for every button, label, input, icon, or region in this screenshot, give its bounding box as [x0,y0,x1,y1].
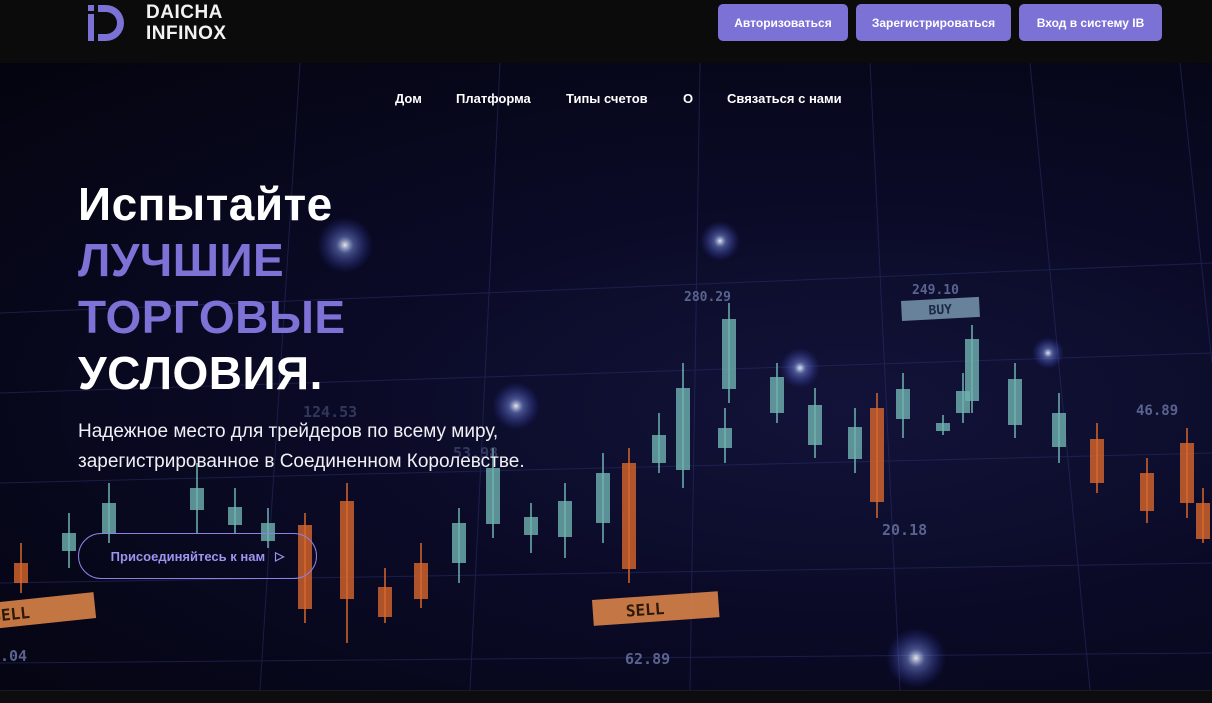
glow-sparkle [700,221,740,261]
candle-body [1008,379,1022,425]
join-button-label: Присоединяйтесь к нам [110,548,266,564]
candle-body [1180,443,1194,503]
register-button[interactable]: Зарегистрироваться [856,4,1011,41]
ib-login-button[interactable]: Вход в систему IB [1019,4,1162,41]
candle-body [936,423,950,431]
nav-about[interactable]: О [683,91,693,106]
price-label: 20.18 [882,521,927,539]
candle-body [14,563,28,583]
buy-label: BUY [928,302,952,318]
join-button[interactable]: Присоединяйтесь к нам ▷ [78,533,317,579]
brand-logo[interactable]: DAICHA INFINOX [86,2,227,44]
candle-body [340,501,354,599]
candle-body [190,488,204,510]
price-label: 249.10 [912,283,959,298]
nav-account-types[interactable]: Типы счетов [566,91,648,106]
hero-title-line1: Испытайте [78,178,333,230]
candle-body [870,408,884,502]
hero-title-line2: ЛУЧШИЕ [78,234,285,286]
glow-sparkle [886,628,946,688]
candle-body [1196,503,1210,539]
candle-body [452,523,466,563]
candle-body [1090,439,1104,483]
candle-body [622,463,636,569]
glow-sparkle [1032,337,1064,369]
page-bottom-strip [0,690,1212,703]
hero-section: 280.29 249.10 124.53 53.98 46.89 20.18 6… [0,63,1212,690]
hero-description: Надежное место для трейдеров по всему ми… [78,421,525,472]
brand-line2: INFINOX [146,23,227,44]
nav-platform[interactable]: Платформа [456,91,531,106]
candle-body [524,517,538,535]
candle-body [896,389,910,419]
brand-name: DAICHA INFINOX [146,2,227,44]
candle-body [965,339,979,401]
login-button[interactable]: Авторизоваться [718,4,848,41]
candle-body [722,319,736,389]
candle-body [676,388,690,470]
logo-mark-icon [88,5,124,41]
price-label: .04 [0,647,27,665]
candle-body [228,507,242,525]
candle-body [718,428,732,448]
hero-title-line3: ТОРГОВЫЕ [78,291,346,343]
candle-body [596,473,610,523]
brand-line1: DAICHA [146,2,223,23]
header: DAICHA INFINOX Авторизоваться Зарегистри… [0,0,1212,63]
price-label: 46.89 [1136,403,1178,419]
candle-body [414,563,428,599]
candle-body [1052,413,1066,447]
candle-body [848,427,862,459]
triangle-right-icon: ▷ [275,549,285,563]
nav-contact[interactable]: Связаться с нами [727,91,842,106]
price-label: 62.89 [625,650,670,668]
glow-sparkle [780,348,820,388]
candle-body [378,587,392,617]
hero-title-line4: УСЛОВИЯ. [78,347,323,399]
nav-home[interactable]: Дом [395,91,422,106]
candle-body [102,503,116,533]
candle-body [62,533,76,551]
candle-body [1140,473,1154,511]
candle-body [652,435,666,463]
sell-label: SELL [625,599,665,621]
candle-body [770,377,784,413]
candle-body [808,405,822,445]
price-label: 280.29 [684,290,731,305]
candle-body [558,501,572,537]
